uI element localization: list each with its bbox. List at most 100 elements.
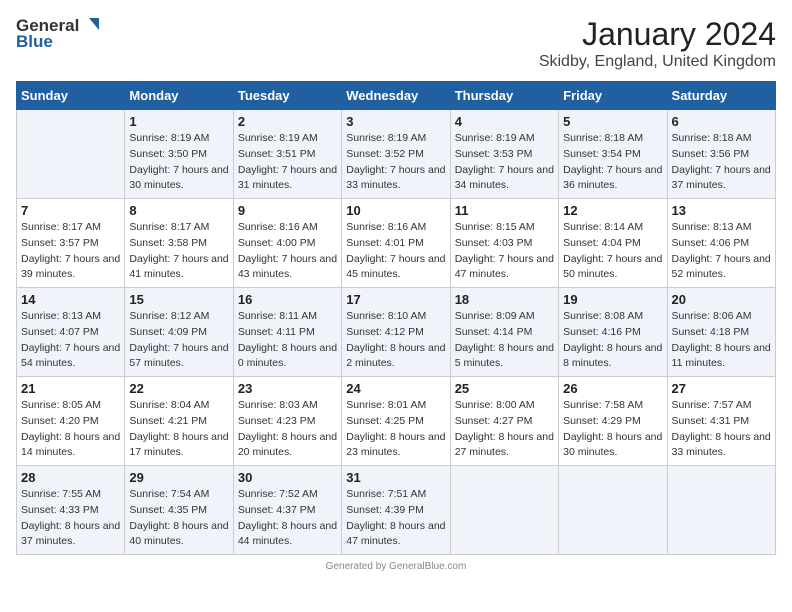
day-number: 22: [129, 381, 228, 396]
sunset-text: Sunset: 4:16 PM: [563, 326, 641, 338]
daylight-text: Daylight: 8 hours and 23 minutes.: [346, 431, 445, 459]
sunset-text: Sunset: 4:06 PM: [672, 237, 750, 249]
sunset-text: Sunset: 3:56 PM: [672, 148, 750, 160]
day-info: Sunrise: 8:18 AM Sunset: 3:54 PM Dayligh…: [563, 131, 662, 194]
sunset-text: Sunset: 4:29 PM: [563, 415, 641, 427]
day-number: 20: [672, 292, 771, 307]
day-info: Sunrise: 8:09 AM Sunset: 4:14 PM Dayligh…: [455, 309, 554, 372]
day-number: 3: [346, 114, 445, 129]
table-row: 16 Sunrise: 8:11 AM Sunset: 4:11 PM Dayl…: [233, 288, 341, 377]
sunrise-text: Sunrise: 8:10 AM: [346, 310, 426, 322]
day-info: Sunrise: 8:15 AM Sunset: 4:03 PM Dayligh…: [455, 220, 554, 283]
table-row: 18 Sunrise: 8:09 AM Sunset: 4:14 PM Dayl…: [450, 288, 558, 377]
day-number: 10: [346, 203, 445, 218]
sunrise-text: Sunrise: 8:18 AM: [563, 132, 643, 144]
daylight-text: Daylight: 8 hours and 40 minutes.: [129, 520, 228, 548]
sunrise-text: Sunrise: 8:11 AM: [238, 310, 317, 322]
daylight-text: Daylight: 7 hours and 43 minutes.: [238, 253, 337, 281]
header-friday: Friday: [559, 82, 667, 110]
daylight-text: Daylight: 7 hours and 39 minutes.: [21, 253, 120, 281]
daylight-text: Daylight: 7 hours and 41 minutes.: [129, 253, 228, 281]
table-row: 24 Sunrise: 8:01 AM Sunset: 4:25 PM Dayl…: [342, 377, 450, 466]
daylight-text: Daylight: 8 hours and 44 minutes.: [238, 520, 337, 548]
daylight-text: Daylight: 8 hours and 17 minutes.: [129, 431, 228, 459]
day-number: 17: [346, 292, 445, 307]
day-info: Sunrise: 7:54 AM Sunset: 4:35 PM Dayligh…: [129, 487, 228, 550]
daylight-text: Daylight: 8 hours and 2 minutes.: [346, 342, 445, 370]
table-row: 6 Sunrise: 8:18 AM Sunset: 3:56 PM Dayli…: [667, 110, 775, 199]
daylight-text: Daylight: 8 hours and 8 minutes.: [563, 342, 662, 370]
daylight-text: Daylight: 7 hours and 31 minutes.: [238, 164, 337, 192]
day-number: 14: [21, 292, 120, 307]
sunrise-text: Sunrise: 8:13 AM: [672, 221, 752, 233]
week-row-1: 7 Sunrise: 8:17 AM Sunset: 3:57 PM Dayli…: [17, 199, 776, 288]
daylight-text: Daylight: 7 hours and 36 minutes.: [563, 164, 662, 192]
header-tuesday: Tuesday: [233, 82, 341, 110]
sunrise-text: Sunrise: 7:51 AM: [346, 488, 426, 500]
day-info: Sunrise: 8:16 AM Sunset: 4:00 PM Dayligh…: [238, 220, 337, 283]
day-info: Sunrise: 8:11 AM Sunset: 4:11 PM Dayligh…: [238, 309, 337, 372]
sunrise-text: Sunrise: 7:52 AM: [238, 488, 318, 500]
location-title: Skidby, England, United Kingdom: [539, 53, 776, 71]
day-number: 29: [129, 470, 228, 485]
table-row: 31 Sunrise: 7:51 AM Sunset: 4:39 PM Dayl…: [342, 466, 450, 555]
table-row: 5 Sunrise: 8:18 AM Sunset: 3:54 PM Dayli…: [559, 110, 667, 199]
week-row-3: 21 Sunrise: 8:05 AM Sunset: 4:20 PM Dayl…: [17, 377, 776, 466]
day-number: 18: [455, 292, 554, 307]
day-number: 6: [672, 114, 771, 129]
sunrise-text: Sunrise: 8:09 AM: [455, 310, 535, 322]
table-row: 3 Sunrise: 8:19 AM Sunset: 3:52 PM Dayli…: [342, 110, 450, 199]
day-number: 4: [455, 114, 554, 129]
table-row: 26 Sunrise: 7:58 AM Sunset: 4:29 PM Dayl…: [559, 377, 667, 466]
header-thursday: Thursday: [450, 82, 558, 110]
sunset-text: Sunset: 4:25 PM: [346, 415, 424, 427]
day-number: 1: [129, 114, 228, 129]
sunrise-text: Sunrise: 8:19 AM: [455, 132, 535, 144]
table-row: 1 Sunrise: 8:19 AM Sunset: 3:50 PM Dayli…: [125, 110, 233, 199]
sunrise-text: Sunrise: 8:16 AM: [238, 221, 318, 233]
day-info: Sunrise: 7:52 AM Sunset: 4:37 PM Dayligh…: [238, 487, 337, 550]
table-row: [17, 110, 125, 199]
sunset-text: Sunset: 3:52 PM: [346, 148, 424, 160]
header-saturday: Saturday: [667, 82, 775, 110]
sunrise-text: Sunrise: 8:16 AM: [346, 221, 426, 233]
day-info: Sunrise: 8:13 AM Sunset: 4:06 PM Dayligh…: [672, 220, 771, 283]
day-info: Sunrise: 7:57 AM Sunset: 4:31 PM Dayligh…: [672, 398, 771, 461]
sunset-text: Sunset: 3:53 PM: [455, 148, 533, 160]
sunset-text: Sunset: 3:50 PM: [129, 148, 207, 160]
daylight-text: Daylight: 7 hours and 45 minutes.: [346, 253, 445, 281]
daylight-text: Daylight: 7 hours and 50 minutes.: [563, 253, 662, 281]
month-title: January 2024: [539, 16, 776, 53]
table-row: 8 Sunrise: 8:17 AM Sunset: 3:58 PM Dayli…: [125, 199, 233, 288]
day-number: 8: [129, 203, 228, 218]
daylight-text: Daylight: 8 hours and 27 minutes.: [455, 431, 554, 459]
sunrise-text: Sunrise: 7:57 AM: [672, 399, 752, 411]
sunset-text: Sunset: 4:00 PM: [238, 237, 316, 249]
footer: Generated by GeneralBlue.com: [16, 561, 776, 572]
sunrise-text: Sunrise: 7:55 AM: [21, 488, 101, 500]
table-row: 10 Sunrise: 8:16 AM Sunset: 4:01 PM Dayl…: [342, 199, 450, 288]
table-row: 4 Sunrise: 8:19 AM Sunset: 3:53 PM Dayli…: [450, 110, 558, 199]
day-info: Sunrise: 8:16 AM Sunset: 4:01 PM Dayligh…: [346, 220, 445, 283]
table-row: 7 Sunrise: 8:17 AM Sunset: 3:57 PM Dayli…: [17, 199, 125, 288]
daylight-text: Daylight: 7 hours and 33 minutes.: [346, 164, 445, 192]
table-row: 22 Sunrise: 8:04 AM Sunset: 4:21 PM Dayl…: [125, 377, 233, 466]
sunset-text: Sunset: 4:37 PM: [238, 504, 316, 516]
table-row: 27 Sunrise: 7:57 AM Sunset: 4:31 PM Dayl…: [667, 377, 775, 466]
day-number: 13: [672, 203, 771, 218]
day-number: 11: [455, 203, 554, 218]
day-info: Sunrise: 8:17 AM Sunset: 3:57 PM Dayligh…: [21, 220, 120, 283]
day-number: 25: [455, 381, 554, 396]
header-sunday: Sunday: [17, 82, 125, 110]
daylight-text: Daylight: 8 hours and 14 minutes.: [21, 431, 120, 459]
sunset-text: Sunset: 4:33 PM: [21, 504, 99, 516]
daylight-text: Daylight: 8 hours and 30 minutes.: [563, 431, 662, 459]
table-row: 9 Sunrise: 8:16 AM Sunset: 4:00 PM Dayli…: [233, 199, 341, 288]
day-number: 26: [563, 381, 662, 396]
sunset-text: Sunset: 4:12 PM: [346, 326, 424, 338]
table-row: 2 Sunrise: 8:19 AM Sunset: 3:51 PM Dayli…: [233, 110, 341, 199]
day-number: 24: [346, 381, 445, 396]
daylight-text: Daylight: 8 hours and 47 minutes.: [346, 520, 445, 548]
daylight-text: Daylight: 7 hours and 57 minutes.: [129, 342, 228, 370]
sunset-text: Sunset: 4:31 PM: [672, 415, 750, 427]
